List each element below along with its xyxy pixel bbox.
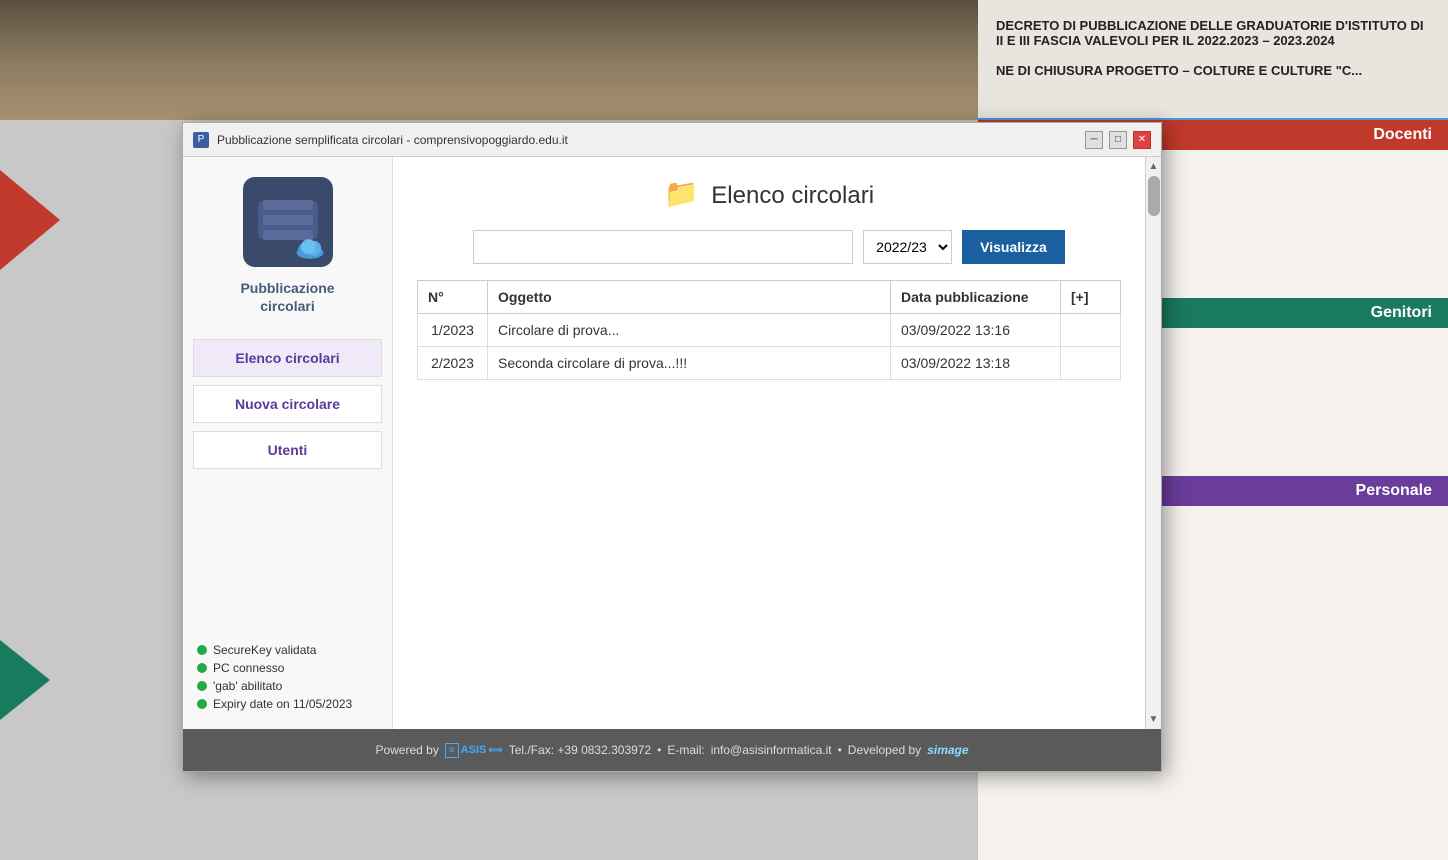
page-title-area: 📁 Elenco circolari <box>417 177 1121 210</box>
icon-drawer-1 <box>263 200 313 210</box>
maximize-button[interactable]: □ <box>1109 131 1127 149</box>
app-favicon: P <box>193 132 209 148</box>
simage-logo: simage <box>927 743 968 757</box>
table-row[interactable]: 1/2023 Circolare di prova... 03/09/2022 … <box>418 314 1121 347</box>
asis-logo: ≡ ASIS ⟺ <box>445 743 503 758</box>
app-icon <box>243 177 333 267</box>
visualizza-button[interactable]: Visualizza <box>962 230 1065 264</box>
modal-window: P Pubblicazione semplificata circolari -… <box>182 122 1162 772</box>
app-title: Pubblicazione circolari <box>240 279 334 315</box>
modal-footer: Powered by ≡ ASIS ⟺ Tel./Fax: +39 0832.3… <box>183 729 1161 771</box>
window-controls: ─ □ ✕ <box>1085 131 1151 149</box>
cell-num: 1/2023 <box>418 314 488 347</box>
nav-utenti[interactable]: Utenti <box>193 431 381 469</box>
modal-body: Pubblicazione circolari Elenco circolari… <box>183 157 1161 729</box>
table-header-row: N° Oggetto Data pubblicazione [+] <box>418 281 1121 314</box>
circolari-table: N° Oggetto Data pubblicazione [+] 1/2023… <box>417 280 1121 380</box>
icon-filing-cabinet <box>258 201 318 239</box>
scroll-thumb[interactable] <box>1148 176 1160 216</box>
status-pc: PC connesso <box>197 661 378 675</box>
cell-oggetto: Seconda circolare di prova...!!! <box>488 347 891 380</box>
col-header-oggetto: Oggetto <box>488 281 891 314</box>
powered-by-label: Powered by <box>375 743 438 757</box>
decoration-red-triangle <box>0 170 60 270</box>
title-bar: P Pubblicazione semplificata circolari -… <box>183 123 1161 157</box>
decoration-green-triangle <box>0 640 50 720</box>
minimize-button[interactable]: ─ <box>1085 131 1103 149</box>
email-label: E-mail: <box>667 743 704 757</box>
background-top-photo <box>0 0 980 120</box>
scrollbar[interactable]: ▲ ▼ <box>1145 157 1161 729</box>
search-row: 2022/23 2021/22 2020/21 Visualizza <box>417 230 1121 264</box>
nav-nuova-circolare[interactable]: Nuova circolare <box>193 385 381 423</box>
page-icon: 📁 <box>664 178 699 209</box>
nav-elenco-circolari[interactable]: Elenco circolari <box>193 339 381 377</box>
col-header-num: N° <box>418 281 488 314</box>
right-top-banner-bg: DECRETO DI PUBBLICAZIONE DELLE GRADUATOR… <box>978 0 1448 120</box>
cell-data: 03/09/2022 13:18 <box>891 347 1061 380</box>
status-dot-expiry <box>197 699 207 709</box>
close-button[interactable]: ✕ <box>1133 131 1151 149</box>
cloud-icon <box>295 239 325 259</box>
main-content: 📁 Elenco circolari 2022/23 2021/22 2020/… <box>393 157 1145 729</box>
icon-drawer-2 <box>263 215 313 225</box>
right-top-banner-text: DECRETO DI PUBBLICAZIONE DELLE GRADUATOR… <box>988 10 1438 86</box>
status-securekey: SecureKey validata <box>197 643 378 657</box>
email-address: info@asisinformatica.it <box>711 743 832 757</box>
status-dot-gab <box>197 681 207 691</box>
cell-num: 2/2023 <box>418 347 488 380</box>
status-dot-pc <box>197 663 207 673</box>
separator: • <box>838 743 842 757</box>
left-sidebar: Pubblicazione circolari Elenco circolari… <box>183 157 393 729</box>
developed-by-label: Developed by <box>848 743 921 757</box>
search-input[interactable] <box>473 230 853 264</box>
cell-plus[interactable] <box>1061 347 1121 380</box>
cell-oggetto: Circolare di prova... <box>488 314 891 347</box>
year-select[interactable]: 2022/23 2021/22 2020/21 <box>863 230 952 264</box>
status-dot-securekey <box>197 645 207 655</box>
table-row[interactable]: 2/2023 Seconda circolare di prova...!!! … <box>418 347 1121 380</box>
col-header-plus: [+] <box>1061 281 1121 314</box>
page-title: Elenco circolari <box>711 182 874 209</box>
cell-data: 03/09/2022 13:16 <box>891 314 1061 347</box>
cell-plus[interactable] <box>1061 314 1121 347</box>
col-header-data: Data pubblicazione <box>891 281 1061 314</box>
window-title: Pubblicazione semplificata circolari - c… <box>217 133 1085 147</box>
separator: • <box>657 743 661 757</box>
status-section: SecureKey validata PC connesso 'gab' abi… <box>183 625 392 729</box>
status-gab: 'gab' abilitato <box>197 679 378 693</box>
tel-fax: Tel./Fax: +39 0832.303972 <box>509 743 651 757</box>
status-expiry: Expiry date on 11/05/2023 <box>197 697 378 711</box>
